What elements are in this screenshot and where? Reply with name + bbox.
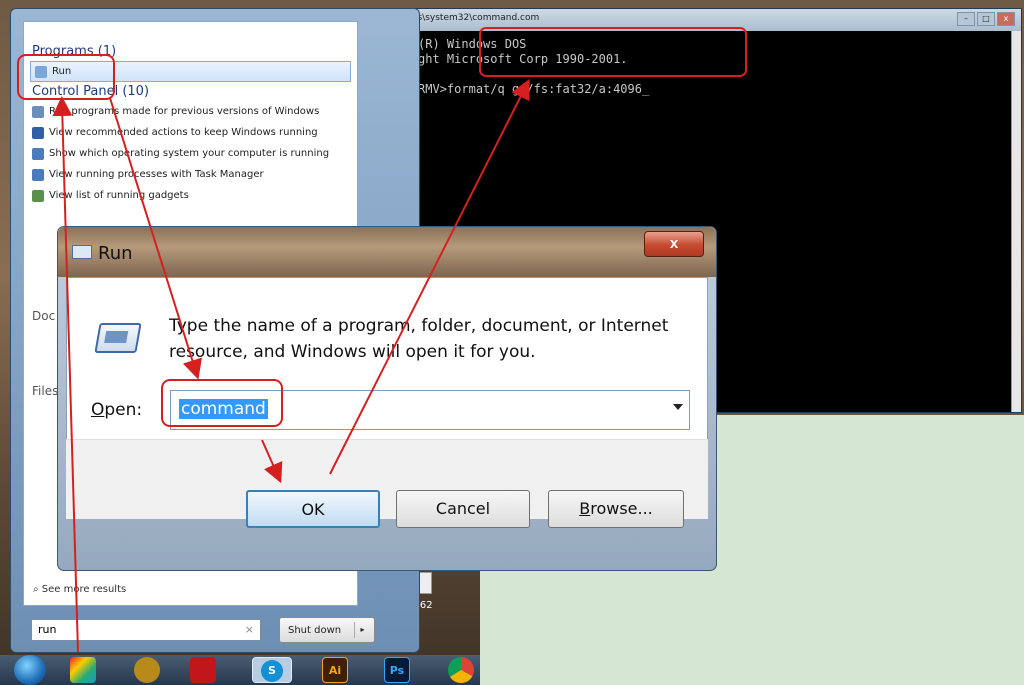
search-icon: ⌕ bbox=[33, 584, 42, 595]
photoshop-icon[interactable]: Ps bbox=[384, 657, 410, 683]
run-dialog-title: Run bbox=[98, 243, 133, 264]
taskbar: S Ai Ps bbox=[0, 655, 480, 685]
minimize-button[interactable]: – bbox=[957, 12, 975, 26]
clear-search-icon[interactable]: × bbox=[245, 623, 254, 636]
run-icon bbox=[35, 65, 47, 78]
close-button[interactable]: x bbox=[997, 12, 1015, 26]
shutdown-options-arrow[interactable]: ▸ bbox=[354, 622, 370, 638]
open-label: Open: bbox=[91, 400, 143, 420]
command-window-titlebar[interactable]: C:\windows\system32\command.com – □ x bbox=[347, 9, 1021, 31]
run-program-item[interactable]: Run bbox=[30, 61, 351, 82]
run-icon bbox=[72, 245, 92, 259]
run-program-label: Run bbox=[52, 66, 72, 77]
illustrator-icon[interactable]: Ai bbox=[322, 657, 348, 683]
maximize-button[interactable]: □ bbox=[977, 12, 995, 26]
run-dialog: Run x Type the name of a program, folder… bbox=[57, 226, 717, 571]
cancel-button[interactable]: Cancel bbox=[396, 490, 530, 528]
shutdown-button[interactable]: Shut down ▸ bbox=[279, 617, 375, 643]
control-panel-item[interactable]: View list of running gadgets bbox=[24, 185, 357, 206]
chrome-icon[interactable] bbox=[448, 657, 474, 683]
run-close-button[interactable]: x bbox=[644, 231, 704, 257]
run-dialog-titlebar[interactable] bbox=[58, 227, 716, 277]
yahoo-messenger-icon[interactable] bbox=[134, 657, 160, 683]
gadgets-icon bbox=[32, 189, 44, 202]
control-panel-header: Control Panel (10) bbox=[32, 84, 150, 99]
start-button[interactable] bbox=[14, 655, 46, 685]
control-panel-item[interactable]: Run programs made for previous versions … bbox=[24, 101, 357, 122]
see-more-results[interactable]: ⌕ See more results bbox=[33, 584, 126, 595]
run-description: Type the name of a program, folder, docu… bbox=[169, 316, 669, 362]
app-icon[interactable] bbox=[70, 657, 96, 683]
run-program-icon bbox=[94, 323, 142, 353]
dropdown-arrow-icon[interactable] bbox=[673, 404, 683, 410]
control-panel-item[interactable]: View running processes with Task Manager bbox=[24, 164, 357, 185]
search-value: run bbox=[38, 623, 57, 636]
task-manager-icon bbox=[32, 168, 44, 181]
compatibility-icon bbox=[32, 105, 44, 118]
system-icon bbox=[32, 147, 44, 160]
control-panel-item[interactable]: View recommended actions to keep Windows… bbox=[24, 122, 357, 143]
ok-button[interactable]: OK bbox=[246, 490, 380, 528]
cmd-line-1: Microsoft(R) Windows DOS bbox=[353, 37, 527, 51]
cmd-prompt-line[interactable]: C:\USERS\RMV>format/q g:/fs:fat32/a:4096… bbox=[353, 82, 1021, 97]
open-combobox[interactable]: command bbox=[170, 390, 690, 430]
cmd-scrollbar[interactable] bbox=[1011, 31, 1021, 412]
control-panel-item[interactable]: Show which operating system your compute… bbox=[24, 143, 357, 164]
flag-icon bbox=[32, 126, 44, 139]
skype-icon[interactable]: S bbox=[252, 657, 292, 683]
browse-button[interactable]: Browse... bbox=[548, 490, 684, 528]
command-output[interactable]: Microsoft(R) Windows DOS (C)Copyright Mic… bbox=[353, 37, 1021, 97]
programs-header: Programs (1) bbox=[32, 44, 117, 59]
open-input-value[interactable]: command bbox=[179, 399, 268, 419]
adobe-reader-icon[interactable] bbox=[190, 657, 216, 683]
start-search-input[interactable]: run × bbox=[31, 619, 261, 641]
cmd-line-2: (C)Copyright Microsoft Corp 1990-2001. bbox=[353, 52, 628, 66]
